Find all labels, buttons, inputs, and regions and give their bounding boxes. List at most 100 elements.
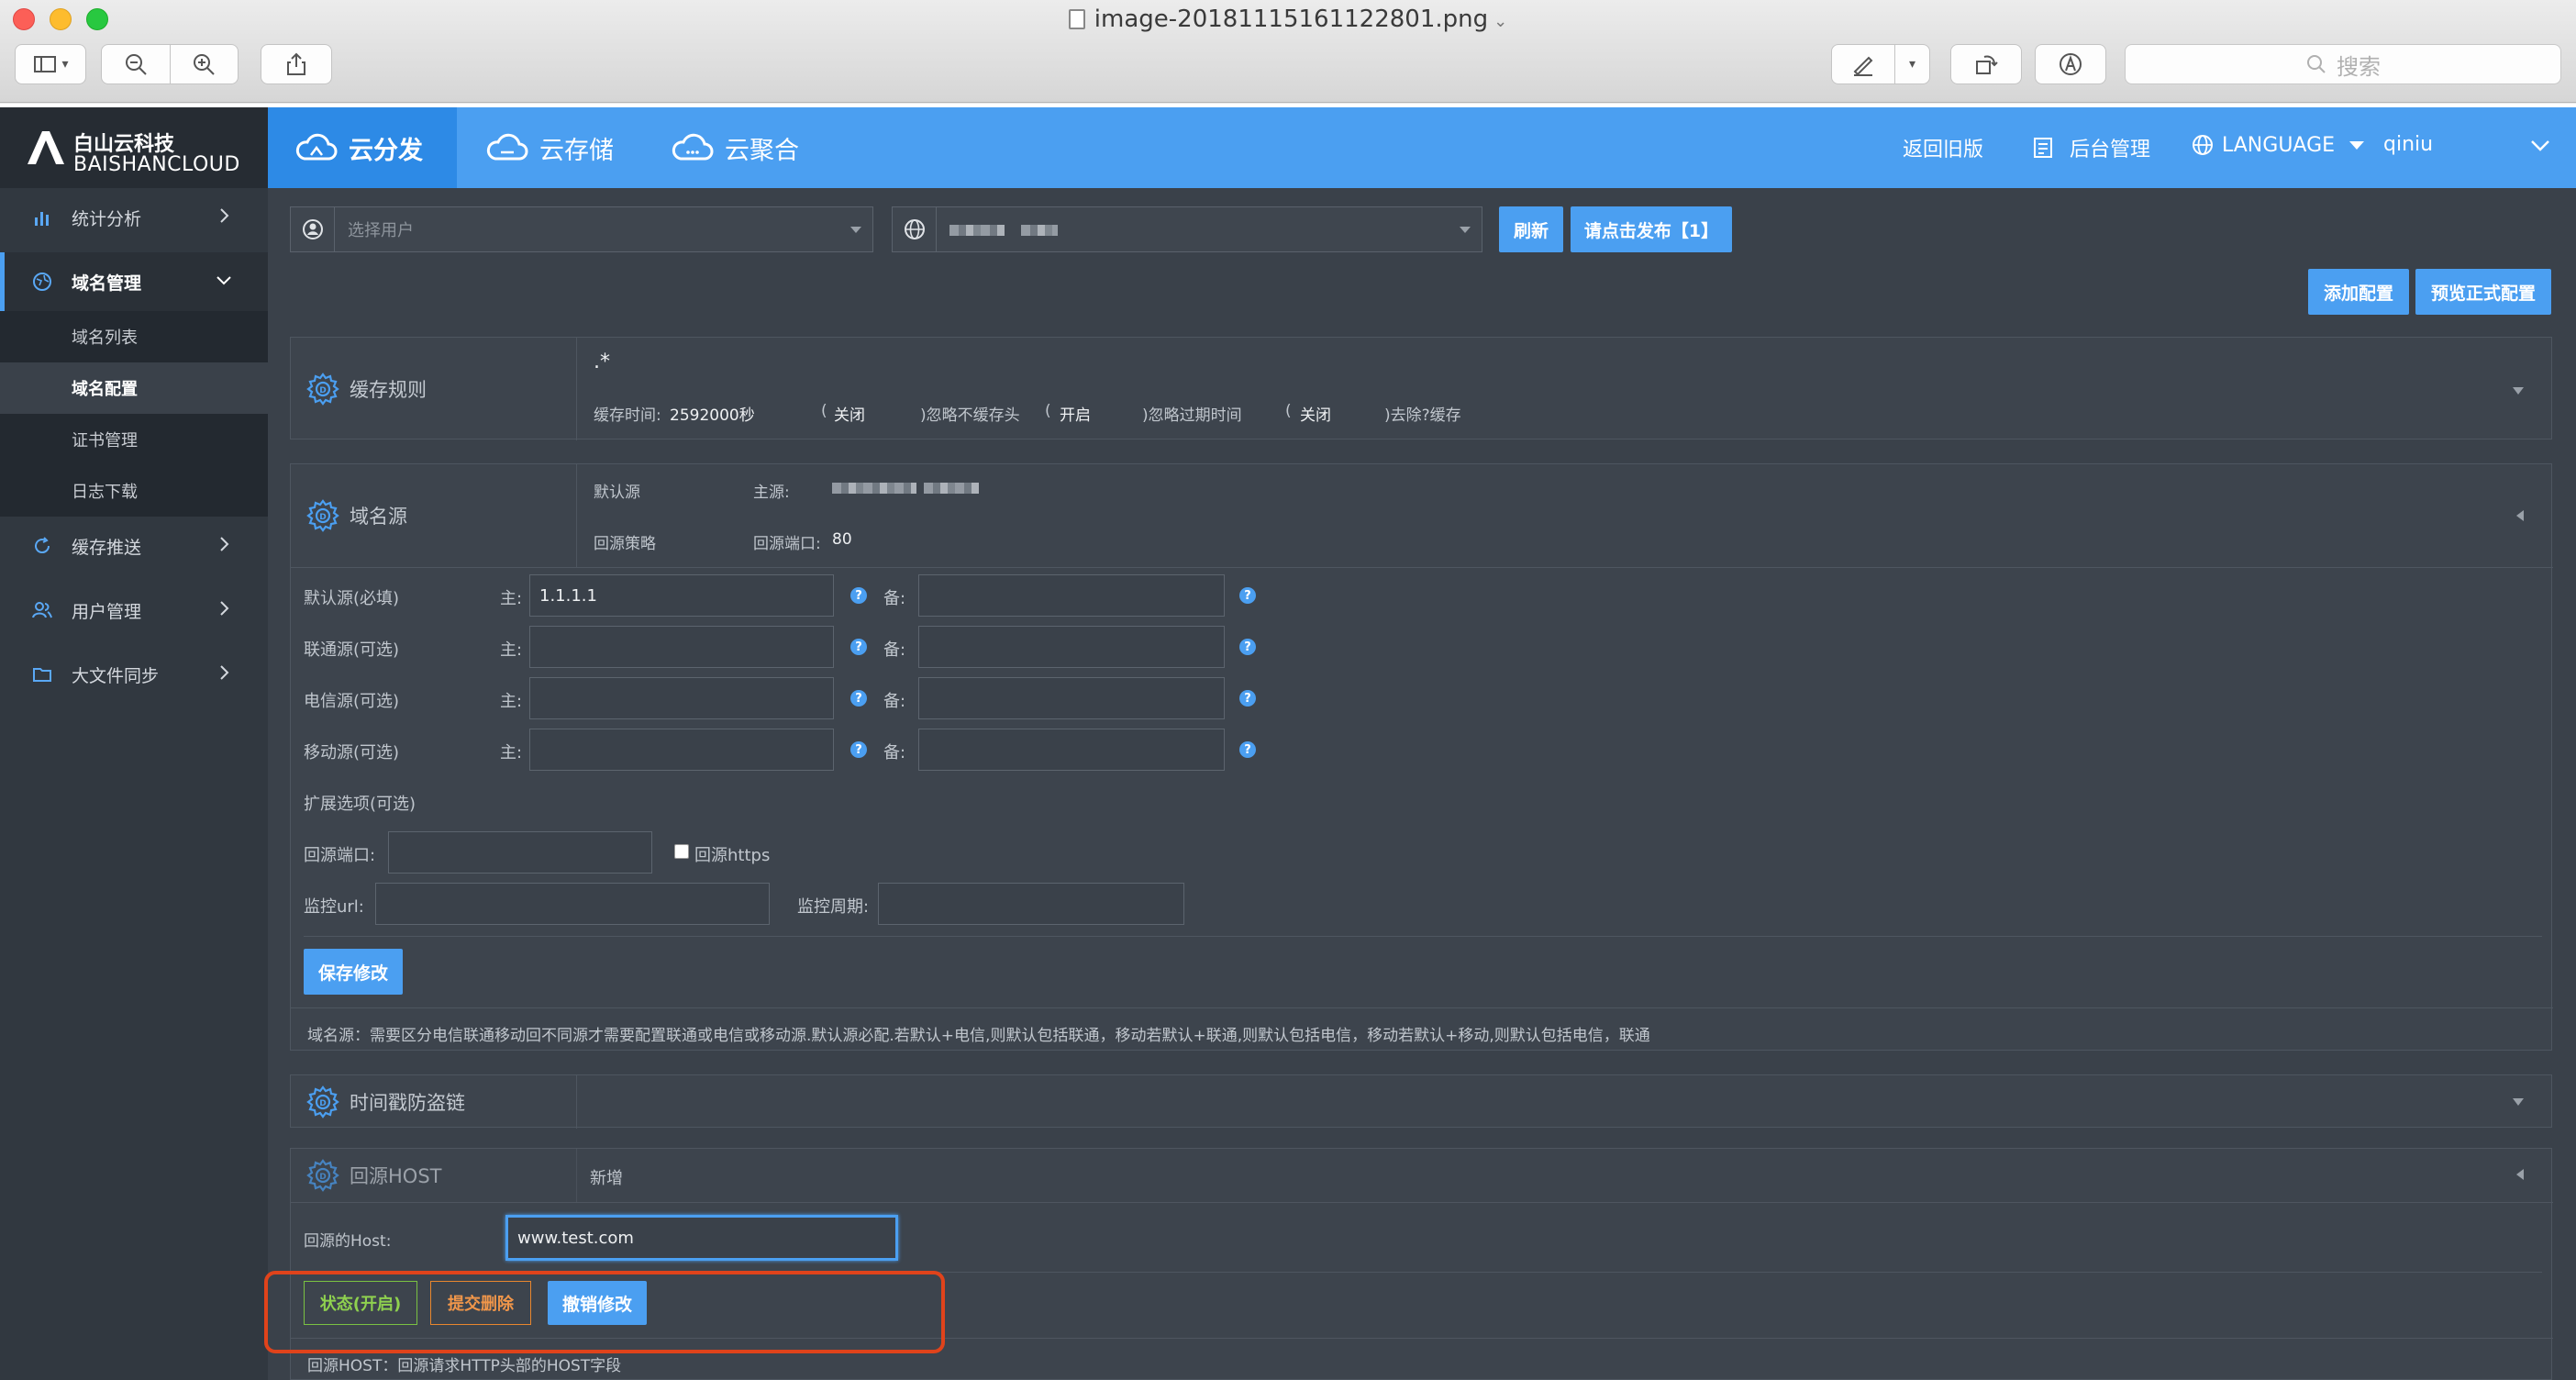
expand-icon[interactable] bbox=[2513, 1098, 2524, 1106]
old-version-link[interactable]: 返回旧版 bbox=[1903, 133, 1983, 162]
expand-icon[interactable] bbox=[2513, 387, 2524, 395]
collapse-icon[interactable] bbox=[2516, 1169, 2524, 1180]
rotate-button[interactable] bbox=[1950, 44, 2022, 84]
markup-button[interactable]: ▾ bbox=[1831, 44, 1930, 84]
nav-cloud-distribution[interactable]: 云分发 bbox=[268, 107, 457, 188]
unicom-main-input[interactable] bbox=[529, 626, 834, 668]
folder-icon bbox=[33, 668, 51, 682]
search-input[interactable]: 搜索 bbox=[2125, 44, 2561, 84]
logo[interactable]: 白山云科技 BAISHANCLOUD bbox=[0, 107, 268, 192]
backup-label: 备: bbox=[883, 589, 906, 608]
backup-label: 备: bbox=[883, 640, 906, 660]
sidebar-toggle-button[interactable]: ▾ bbox=[15, 44, 86, 84]
telecom-backup-input[interactable] bbox=[918, 677, 1225, 719]
sidebar-subitem-domain-list[interactable]: 域名列表 bbox=[0, 311, 268, 362]
refresh-button[interactable]: 刷新 bbox=[1499, 206, 1563, 252]
language-selector[interactable]: LANGUAGE bbox=[2191, 133, 2365, 157]
sidebar-subitem-certificates[interactable]: 证书管理 bbox=[0, 414, 268, 465]
monitor-url-input[interactable] bbox=[375, 883, 770, 925]
sidebar-item-label: 缓存推送 bbox=[72, 537, 142, 558]
search-placeholder: 搜索 bbox=[2337, 53, 2381, 80]
help-icon[interactable]: ? bbox=[850, 690, 867, 707]
domain-select[interactable] bbox=[892, 206, 1482, 252]
add-config-label: 添加配置 bbox=[2323, 283, 2393, 304]
main-label: 主: bbox=[500, 589, 523, 608]
globe-icon bbox=[2193, 135, 2213, 155]
globe-icon bbox=[893, 207, 937, 251]
ext-port-input[interactable] bbox=[388, 831, 652, 874]
mobile-main-input[interactable] bbox=[529, 729, 834, 771]
sidebar-subitem-label: 域名配置 bbox=[72, 380, 138, 399]
help-icon[interactable]: ? bbox=[1239, 639, 1256, 655]
panel-title: 回源HOST bbox=[350, 1165, 442, 1187]
mobile-backup-input[interactable] bbox=[918, 729, 1225, 771]
publish-button[interactable]: 请点击发布【1】 bbox=[1571, 206, 1732, 252]
monitor-period-input[interactable] bbox=[878, 883, 1184, 925]
help-icon[interactable]: ? bbox=[850, 741, 867, 758]
host-header[interactable]: D 回源HOST bbox=[291, 1149, 577, 1202]
sidebar-item-large-file-sync[interactable]: 大文件同步 bbox=[0, 645, 268, 704]
chevron-down-icon: ▾ bbox=[61, 57, 69, 72]
unicom-backup-input[interactable] bbox=[918, 626, 1225, 668]
ignore-expire-value: 开启 bbox=[1060, 406, 1091, 425]
backup-label: 备: bbox=[883, 692, 906, 711]
chevron-right-icon bbox=[220, 601, 229, 616]
share-button[interactable] bbox=[261, 44, 332, 84]
help-icon[interactable]: ? bbox=[1239, 587, 1256, 604]
host-label: 回源的Host: bbox=[304, 1232, 392, 1251]
preview-config-button[interactable]: 预览正式配置 bbox=[2415, 269, 2551, 315]
ignore-expire-label: )忽略过期时间 bbox=[1142, 406, 1242, 425]
divider bbox=[304, 936, 2542, 937]
panel-title: 域名源 bbox=[350, 506, 407, 528]
timestamp-header[interactable]: D 时间戳防盗链 bbox=[291, 1075, 577, 1129]
sidebar-item-domains[interactable]: 域名管理 bbox=[0, 252, 268, 311]
extended-options-label: 扩展选项(可选) bbox=[304, 795, 416, 814]
sidebar-subitem-log-download[interactable]: 日志下载 bbox=[0, 465, 268, 517]
sidebar-item-statistics[interactable]: 统计分析 bbox=[0, 188, 268, 247]
highlight-annotation bbox=[264, 1271, 945, 1353]
nav-cloud-aggregation[interactable]: 云聚合 bbox=[672, 107, 799, 188]
sidebar-subitem-domain-config[interactable]: 域名配置 bbox=[0, 362, 268, 414]
user-menu[interactable]: qiniu bbox=[2383, 133, 2433, 156]
default-main-input[interactable]: 1.1.1.1 bbox=[529, 574, 834, 617]
zoom-in-icon bbox=[194, 54, 215, 75]
admin-link[interactable]: 后台管理 bbox=[2031, 133, 2150, 162]
host-input[interactable]: www.test.com bbox=[505, 1215, 898, 1261]
help-icon[interactable]: ? bbox=[850, 587, 867, 604]
annotate-button[interactable] bbox=[2035, 44, 2106, 84]
file-icon bbox=[1068, 9, 1085, 29]
unicom-origin-row-label: 联通源(可选) bbox=[304, 640, 400, 660]
chevron-svg bbox=[2531, 140, 2549, 151]
help-icon[interactable]: ? bbox=[1239, 741, 1256, 758]
telecom-main-input[interactable] bbox=[529, 677, 834, 719]
https-checkbox[interactable] bbox=[674, 844, 689, 859]
zoom-out-button[interactable] bbox=[102, 51, 170, 77]
user-select[interactable]: 选择用户 bbox=[290, 206, 873, 252]
help-icon[interactable]: ? bbox=[1239, 690, 1256, 707]
collapse-icon[interactable] bbox=[2516, 510, 2524, 521]
default-origin-label: 默认源 bbox=[594, 484, 640, 502]
language-label: LANGUAGE bbox=[2222, 133, 2336, 157]
cache-pattern: .* bbox=[594, 351, 610, 373]
cloud-icon bbox=[295, 133, 338, 161]
default-backup-input[interactable] bbox=[918, 574, 1225, 617]
help-icon[interactable]: ? bbox=[850, 639, 867, 655]
divider bbox=[291, 1007, 2553, 1008]
port-value: 80 bbox=[832, 530, 852, 549]
nav-cloud-storage[interactable]: 云存储 bbox=[486, 107, 614, 188]
old-version-label: 返回旧版 bbox=[1903, 139, 1984, 161]
window-title-text: image-20181115161122801.png bbox=[1094, 6, 1489, 33]
sidebar-item-cache-push[interactable]: 缓存推送 bbox=[0, 517, 268, 575]
save-changes-button[interactable]: 保存修改 bbox=[304, 949, 403, 995]
user-select-placeholder: 选择用户 bbox=[348, 221, 414, 240]
cache-rule-header[interactable]: D 缓存规则 bbox=[291, 338, 577, 440]
zoom-in-button[interactable] bbox=[171, 51, 239, 77]
sidebar-item-users[interactable]: 用户管理 bbox=[0, 581, 268, 640]
chevron-down-icon[interactable]: ▾ bbox=[1895, 57, 1929, 72]
add-config-button[interactable]: 添加配置 bbox=[2308, 269, 2409, 315]
chevron-down-icon[interactable] bbox=[2528, 133, 2552, 157]
sidebar-icon bbox=[34, 56, 57, 72]
origin-header[interactable]: D 域名源 bbox=[291, 464, 577, 567]
nav-label: 云分发 bbox=[349, 136, 423, 165]
window-title[interactable]: image-20181115161122801.png ⌄ bbox=[0, 6, 2576, 33]
